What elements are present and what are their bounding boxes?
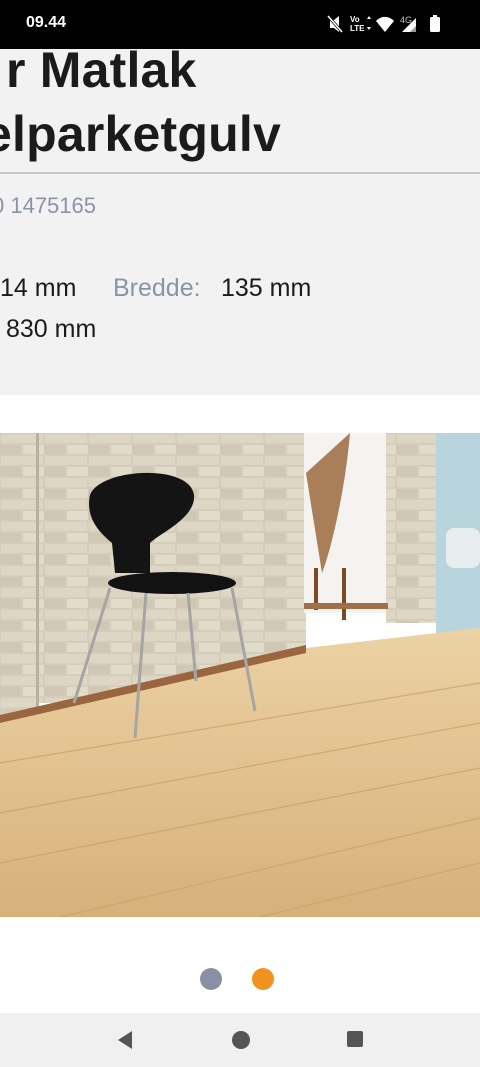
status-bar: 09.44 Vo LTE 4G: [0, 0, 480, 49]
product-title-line-2: elparketgulv: [0, 106, 281, 162]
status-icons: Vo LTE 4G: [326, 13, 454, 35]
navigation-bar: [0, 1013, 480, 1067]
product-header: r Matlak elparketgulv 0 1475165 14 mm Br…: [0, 49, 480, 395]
product-image[interactable]: [0, 433, 480, 917]
spec-row-length: 830 mm: [6, 315, 96, 344]
spec-width-value: 135 mm: [221, 274, 312, 302]
volte-icon: Vo LTE: [350, 15, 371, 33]
battery-icon: [430, 15, 440, 32]
title-divider: [0, 172, 480, 174]
home-icon[interactable]: [231, 1030, 251, 1055]
product-sku: 0 1475165: [0, 193, 96, 218]
carousel-dot-2-active[interactable]: [252, 968, 274, 990]
svg-text:LTE: LTE: [350, 24, 365, 33]
back-icon[interactable]: [116, 1030, 134, 1055]
spacer: [0, 395, 480, 433]
svg-text:Vo: Vo: [350, 15, 360, 24]
spec-length-value: 830 mm: [6, 315, 97, 343]
product-title-line-1: r Matlak: [6, 49, 197, 98]
network-label: 4G: [400, 15, 412, 25]
spec-width-label: Bredde:: [113, 274, 201, 302]
mute-icon: [326, 15, 344, 33]
status-time: 09.44: [26, 14, 67, 31]
carousel-dots: [0, 968, 480, 992]
4g-signal-icon: 4G: [400, 15, 416, 32]
spec-thickness-value: 14 mm: [0, 274, 77, 302]
wifi-icon: [376, 16, 394, 32]
recents-icon[interactable]: [346, 1030, 364, 1053]
carousel-dot-1[interactable]: [200, 968, 222, 990]
